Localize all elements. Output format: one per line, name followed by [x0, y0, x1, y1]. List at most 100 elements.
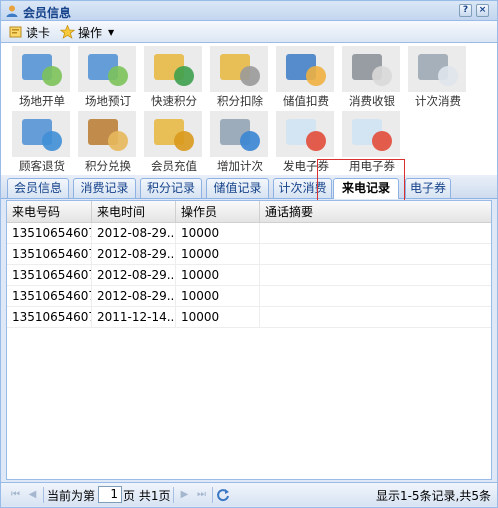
window-title: 会员信息 [23, 6, 72, 20]
use-ecoupon-icon [342, 111, 400, 157]
cell-phone: 13510654607 [7, 286, 92, 307]
cell-operator: 10000 [176, 307, 260, 328]
cell-phone: 13510654607 [7, 265, 92, 286]
cell-phone: 13510654607 [7, 223, 92, 244]
cashier-icon [342, 46, 400, 92]
prev-page-icon[interactable]: ◀ [27, 489, 38, 500]
star-icon [60, 25, 75, 39]
close-button[interactable]: × [476, 4, 489, 17]
cell-phone: 13510654607 [7, 244, 92, 265]
issue-ecoupon-icon [276, 111, 334, 157]
cell-summary [260, 286, 491, 307]
cell-summary [260, 244, 491, 265]
pager-divider [43, 487, 44, 503]
page-suffix: 页 共1页 [123, 489, 171, 503]
toolbar: 读卡 操作 ▼ [1, 21, 497, 43]
paging-summary: 显示1-5条记录,共5条 [375, 489, 491, 503]
tab-member-info[interactable]: 会员信息 [7, 178, 69, 198]
quick-points-icon [144, 46, 202, 92]
pager-divider [173, 487, 174, 503]
tab-strip: 会员信息 消费记录 积分记录 储值记录 计次消费 来电记录 电子券 [1, 175, 497, 199]
cell-summary [260, 223, 491, 244]
member-recharge-icon [144, 111, 202, 157]
tile-label: 场地开单 [19, 94, 65, 108]
points-exchange-icon [78, 111, 136, 157]
table-row[interactable]: 13510654607 2012-08-29... 10000 [7, 223, 491, 244]
call-record-grid: 来电号码 来电时间 操作员 通话摘要 13510654607 2012-08-29… [6, 200, 492, 480]
tile-add-count[interactable]: 增加计次 [207, 111, 273, 175]
tile-member-recharge[interactable]: 会员充值 [141, 111, 207, 175]
tile-points-deduct[interactable]: 积分扣除 [207, 46, 273, 110]
tile-cashier[interactable]: 消费收银 [339, 46, 405, 110]
column-header-operator[interactable]: 操作员 [176, 201, 260, 223]
tile-label: 积分扣除 [217, 94, 263, 108]
tab-ecoupons[interactable]: 电子券 [405, 178, 451, 198]
tile-count-consume[interactable]: 计次消费 [405, 46, 471, 110]
cell-summary [260, 265, 491, 286]
cell-time: 2012-08-29... [92, 286, 176, 307]
cell-operator: 10000 [176, 286, 260, 307]
page-number-input[interactable]: 1 [98, 486, 122, 503]
tile-label: 场地预订 [85, 94, 131, 108]
tile-label: 会员充值 [151, 159, 197, 173]
highlight-box [317, 159, 405, 205]
paging-toolbar: ⏮ ◀ 当前为第 1 页 共1页 ▶ ⏭ 显示1-5条记录,共5条 [1, 482, 497, 506]
member-info-window: 会员信息 ? × 读卡 操作 ▼ 场地开单 场地预订 快速积分 积分扣除 储值扣费 消费收… [0, 0, 498, 508]
read-card-button[interactable]: 读卡 [9, 24, 50, 40]
tile-label: 快速积分 [151, 94, 197, 108]
tile-field-reserve[interactable]: 场地预订 [75, 46, 141, 110]
points-deduct-icon [210, 46, 268, 92]
table-row[interactable]: 13510654607 2011-12-14... 10000 [7, 307, 491, 328]
tab-points-records[interactable]: 积分记录 [140, 178, 202, 198]
add-count-icon [210, 111, 268, 157]
tile-field-open[interactable]: 场地开单 [9, 46, 75, 110]
last-page-icon[interactable]: ⏭ [196, 489, 207, 500]
operate-menu-button[interactable]: 操作 ▼ [60, 24, 114, 40]
tile-customer-return[interactable]: 顾客退货 [9, 111, 75, 175]
tile-points-exchange[interactable]: 积分兑换 [75, 111, 141, 175]
member-window-icon [6, 5, 18, 17]
title-bar: 会员信息 ? × [1, 1, 497, 21]
read-card-icon [9, 26, 22, 38]
chevron-down-icon: ▼ [108, 27, 115, 37]
column-header-summary[interactable]: 通话摘要 [260, 201, 491, 223]
function-grid: 场地开单 场地预订 快速积分 积分扣除 储值扣费 消费收银 计次消费顾客退货 积分兑换 会员充值… [1, 43, 497, 175]
cell-time: 2012-08-29... [92, 265, 176, 286]
cell-operator: 10000 [176, 223, 260, 244]
tab-consume-records[interactable]: 消费记录 [73, 178, 136, 198]
operate-label: 操作 [78, 25, 103, 40]
cell-summary [260, 307, 491, 328]
grid-header: 来电号码 来电时间 操作员 通话摘要 [7, 201, 491, 223]
read-card-label: 读卡 [26, 25, 51, 40]
pager-divider [212, 487, 213, 503]
table-row[interactable]: 13510654607 2012-08-29... 10000 [7, 265, 491, 286]
cell-time: 2012-08-29... [92, 244, 176, 265]
next-page-icon[interactable]: ▶ [179, 489, 190, 500]
stored-value-deduct-icon [276, 46, 334, 92]
count-consume-icon [408, 46, 466, 92]
tile-label: 积分兑换 [85, 159, 131, 173]
tile-label: 储值扣费 [283, 94, 329, 108]
customer-return-icon [12, 111, 70, 157]
cell-phone: 13510654607 [7, 307, 92, 328]
refresh-icon[interactable] [216, 488, 230, 502]
field-open-icon [12, 46, 70, 92]
cell-operator: 10000 [176, 265, 260, 286]
field-reserve-icon [78, 46, 136, 92]
page-prefix: 当前为第 [47, 489, 96, 503]
first-page-icon[interactable]: ⏮ [10, 489, 21, 500]
tile-stored-value-deduct[interactable]: 储值扣费 [273, 46, 339, 110]
help-button[interactable]: ? [459, 4, 472, 17]
cell-time: 2012-08-29... [92, 223, 176, 244]
tile-label: 消费收银 [349, 94, 395, 108]
table-row[interactable]: 13510654607 2012-08-29... 10000 [7, 286, 491, 307]
column-header-time[interactable]: 来电时间 [92, 201, 176, 223]
tile-label: 顾客退货 [19, 159, 65, 173]
tab-stored-value-records[interactable]: 储值记录 [206, 178, 269, 198]
tile-label: 增加计次 [217, 159, 263, 173]
cell-operator: 10000 [176, 244, 260, 265]
tile-quick-points[interactable]: 快速积分 [141, 46, 207, 110]
table-row[interactable]: 13510654607 2012-08-29... 10000 [7, 244, 491, 265]
tile-label: 计次消费 [415, 94, 461, 108]
column-header-phone[interactable]: 来电号码 [7, 201, 92, 223]
